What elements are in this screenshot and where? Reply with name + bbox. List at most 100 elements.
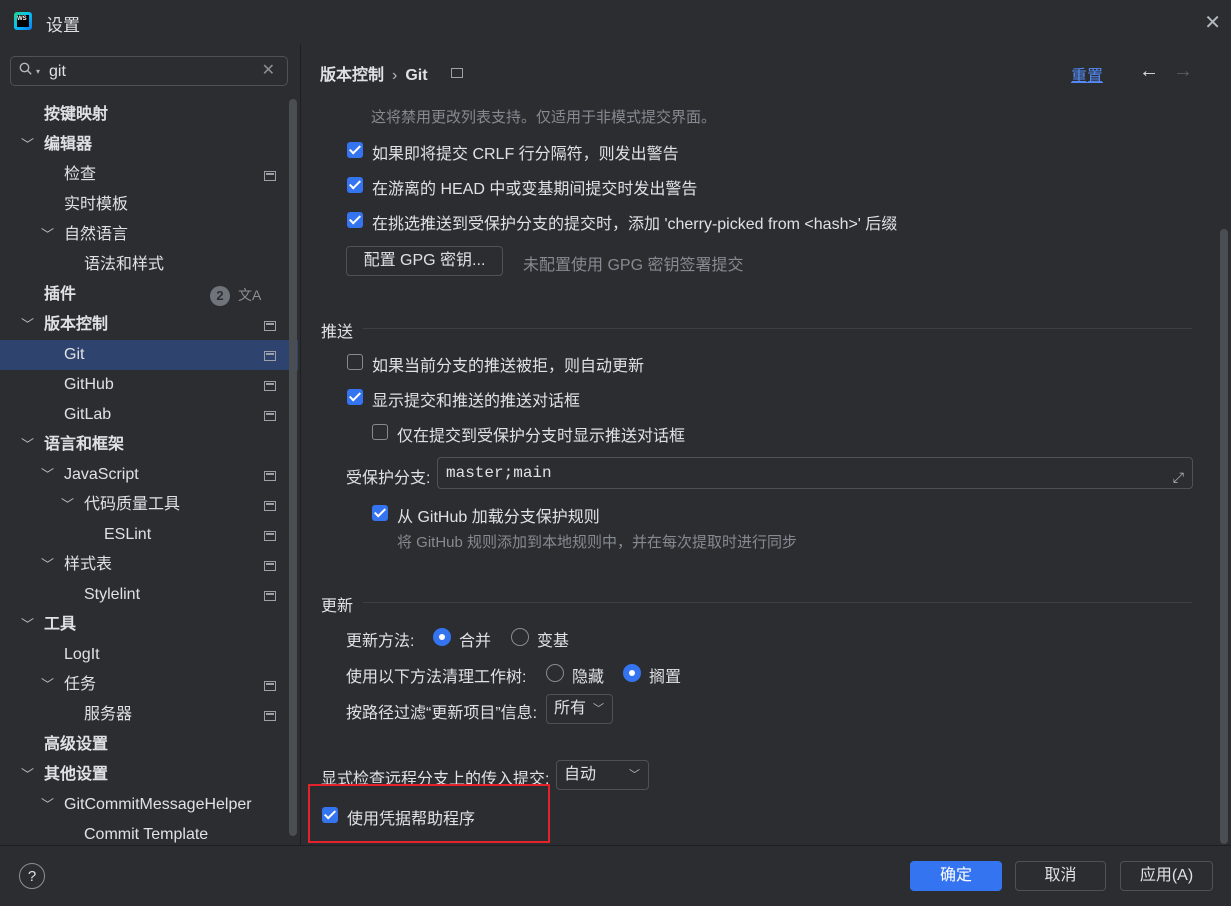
settings-search[interactable]: ▾ ✕ bbox=[10, 56, 288, 86]
chevron-down-icon[interactable]: ﹀ bbox=[41, 460, 55, 490]
tree-item-label: 样式表 bbox=[64, 556, 113, 573]
tree-item[interactable]: ﹀ 代码质量工具 bbox=[0, 490, 298, 520]
tree-item[interactable]: GitLab bbox=[0, 400, 298, 430]
tree-item[interactable]: 实时模板 bbox=[0, 190, 298, 220]
tree-item[interactable]: Git bbox=[0, 340, 298, 370]
configure-gpg-button[interactable]: 配置 GPG 密钥... bbox=[346, 246, 503, 276]
protected-branches-value: master;main bbox=[446, 464, 552, 482]
filter-info-label: 按路径过滤“更新项目”信息: bbox=[346, 705, 538, 722]
chevron-down-icon[interactable]: ﹀ bbox=[21, 130, 35, 160]
clear-search-icon[interactable]: ✕ bbox=[262, 60, 275, 80]
tree-item[interactable]: ESLint bbox=[0, 520, 298, 550]
search-input[interactable] bbox=[47, 60, 251, 84]
rebase-radio[interactable] bbox=[511, 628, 529, 646]
project-scope-icon bbox=[264, 531, 276, 541]
chevron-down-icon[interactable]: ﹀ bbox=[41, 220, 55, 250]
chevron-down-icon[interactable]: ﹀ bbox=[21, 430, 35, 460]
chevron-down-icon[interactable]: ﹀ bbox=[21, 760, 35, 790]
detached-head-checkbox[interactable] bbox=[347, 177, 363, 193]
tree-item[interactable]: 插件 2 文A bbox=[0, 280, 298, 310]
auto-update-checkbox[interactable] bbox=[347, 354, 363, 370]
breadcrumb-parent[interactable]: 版本控制 bbox=[320, 67, 384, 84]
tree-item[interactable]: 高级设置 bbox=[0, 730, 298, 760]
sidebar-scrollbar[interactable] bbox=[289, 99, 297, 836]
ok-button[interactable]: 确定 bbox=[910, 861, 1002, 891]
tree-item[interactable]: ﹀ 编辑器 bbox=[0, 130, 298, 160]
crlf-warning-checkbox[interactable] bbox=[347, 142, 363, 158]
close-window-icon[interactable]: ✕ bbox=[1204, 10, 1221, 35]
gpg-hint: 未配置使用 GPG 密钥签署提交 bbox=[523, 257, 744, 274]
update-count-badge: 2 bbox=[210, 286, 230, 306]
shelve-radio[interactable] bbox=[623, 664, 641, 682]
tree-item[interactable]: ﹀ GitCommitMessageHelper bbox=[0, 790, 298, 820]
load-github-rules-checkbox[interactable] bbox=[372, 505, 388, 521]
auto-update-label: 如果当前分支的推送被拒，则自动更新 bbox=[372, 358, 645, 375]
cherry-pick-checkbox[interactable] bbox=[347, 212, 363, 228]
update-section-title: 更新 bbox=[321, 598, 354, 615]
tree-item[interactable]: ﹀ 工具 bbox=[0, 610, 298, 640]
dialog-footer: ? 确定 取消 应用(A) bbox=[0, 845, 1231, 906]
tree-item[interactable]: 按键映射 bbox=[0, 100, 298, 130]
breadcrumb-separator: › bbox=[392, 67, 398, 84]
tree-item[interactable]: Stylelint bbox=[0, 580, 298, 610]
tree-item[interactable]: 语法和样式 bbox=[0, 250, 298, 280]
tree-item-label: 工具 bbox=[44, 616, 77, 633]
tree-item[interactable]: 服务器 bbox=[0, 700, 298, 730]
tree-item[interactable]: ﹀ 其他设置 bbox=[0, 760, 298, 790]
incoming-commits-select[interactable]: 自动 ﹀ bbox=[556, 760, 649, 790]
clean-tree-label: 使用以下方法清理工作树: bbox=[346, 669, 527, 686]
merge-radio[interactable] bbox=[433, 628, 451, 646]
chevron-down-icon[interactable]: ﹀ bbox=[41, 670, 55, 700]
back-arrow-icon[interactable]: ← bbox=[1139, 60, 1159, 83]
tree-item-label: 语言和框架 bbox=[44, 436, 125, 453]
only-protected-checkbox[interactable] bbox=[372, 424, 388, 440]
tree-item[interactable]: LogIt bbox=[0, 640, 298, 670]
chevron-down-icon[interactable]: ﹀ bbox=[21, 610, 35, 640]
shelve-label: 搁置 bbox=[649, 669, 682, 686]
tree-item[interactable]: 检查 bbox=[0, 160, 298, 190]
push-section-divider bbox=[363, 328, 1192, 329]
tree-item-label: GitCommitMessageHelper bbox=[64, 796, 252, 813]
tree-item[interactable]: ﹀ 任务 bbox=[0, 670, 298, 700]
help-icon[interactable]: ? bbox=[19, 863, 45, 889]
search-icon bbox=[19, 62, 32, 75]
filter-info-value: 所有 bbox=[554, 700, 587, 717]
chevron-down-icon[interactable]: ﹀ bbox=[41, 790, 55, 820]
tree-item[interactable]: ﹀ JavaScript bbox=[0, 460, 298, 490]
forward-arrow-icon[interactable]: → bbox=[1173, 60, 1193, 83]
show-push-dialog-label: 显示提交和推送的推送对话框 bbox=[372, 393, 581, 410]
cherry-pick-label: 在挑选推送到受保护分支的提交时，添加 'cherry-picked from <… bbox=[372, 216, 898, 233]
expand-field-icon[interactable]: ⤢ bbox=[1173, 464, 1184, 494]
chevron-down-icon[interactable]: ﹀ bbox=[21, 310, 35, 340]
tree-item[interactable]: ﹀ 样式表 bbox=[0, 550, 298, 580]
project-scope-icon bbox=[264, 411, 276, 421]
update-method-label: 更新方法: bbox=[346, 633, 415, 650]
protected-branches-field[interactable]: master;main ⤢ bbox=[437, 457, 1193, 489]
chevron-down-icon[interactable]: ﹀ bbox=[41, 550, 55, 580]
search-options-chevron-icon[interactable]: ▾ bbox=[36, 67, 40, 76]
crlf-warning-label: 如果即将提交 CRLF 行分隔符，则发出警告 bbox=[372, 146, 679, 163]
stash-radio[interactable] bbox=[546, 664, 564, 682]
tree-item-label: 版本控制 bbox=[44, 316, 109, 333]
rebase-label: 变基 bbox=[537, 633, 570, 650]
stash-label: 隐藏 bbox=[572, 669, 605, 686]
project-scope-icon bbox=[264, 351, 276, 361]
translate-icon: 文A bbox=[238, 287, 262, 303]
project-scope-icon bbox=[264, 711, 276, 721]
tree-item[interactable]: ﹀ 语言和框架 bbox=[0, 430, 298, 460]
cancel-button[interactable]: 取消 bbox=[1015, 861, 1106, 891]
filter-info-select[interactable]: 所有 ﹀ bbox=[546, 694, 613, 724]
show-push-dialog-checkbox[interactable] bbox=[347, 389, 363, 405]
apply-button[interactable]: 应用(A) bbox=[1120, 861, 1213, 891]
tree-item[interactable]: ﹀ 自然语言 bbox=[0, 220, 298, 250]
tree-item[interactable]: ﹀ 版本控制 bbox=[0, 310, 298, 340]
content-scrollbar[interactable] bbox=[1220, 229, 1228, 844]
project-scope-icon bbox=[264, 681, 276, 691]
title-bar: 设置 ✕ bbox=[0, 0, 1231, 44]
project-scope-icon bbox=[264, 321, 276, 331]
tree-item[interactable]: GitHub bbox=[0, 370, 298, 400]
reset-link[interactable]: 重置 bbox=[1071, 62, 1103, 86]
chevron-down-icon[interactable]: ﹀ bbox=[61, 490, 75, 520]
tree-item-label: 插件 bbox=[44, 286, 77, 303]
breadcrumb: 版本控制 › Git bbox=[320, 61, 428, 85]
